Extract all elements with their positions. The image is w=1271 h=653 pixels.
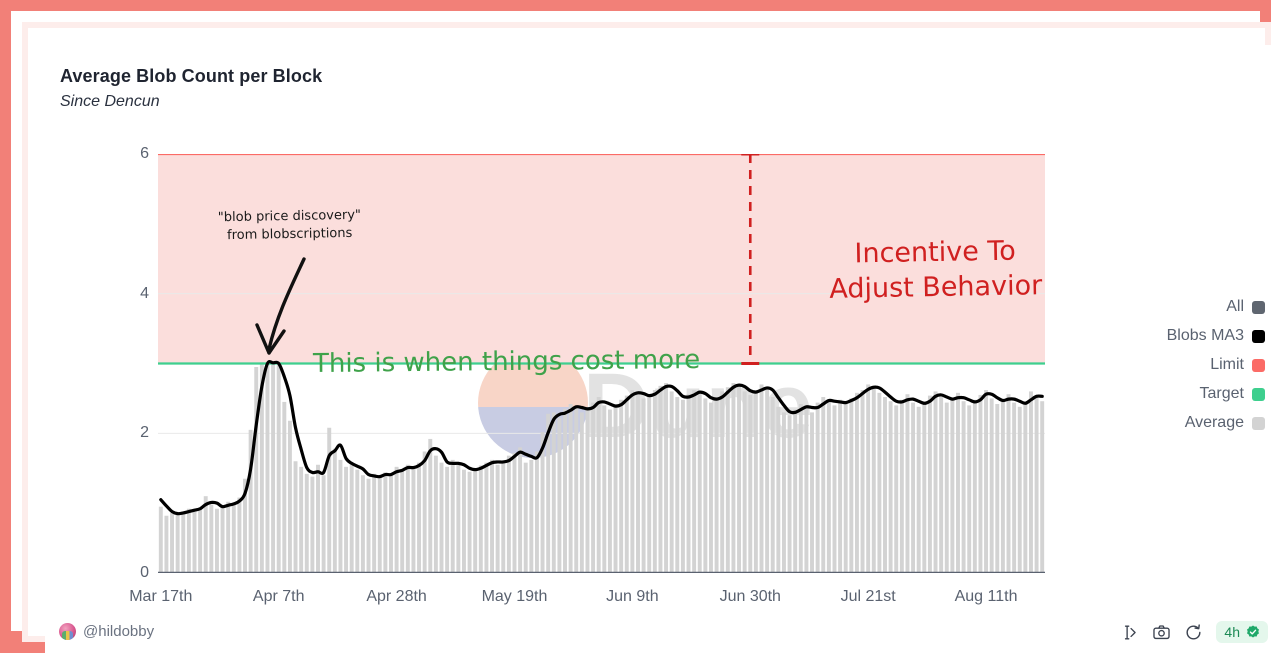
x-tick-label: Aug 11th [954,588,1018,605]
legend-swatch [1252,358,1265,372]
x-tick-label: Jun 9th [606,588,659,605]
legend-item[interactable]: Average [1095,411,1265,435]
annotation-line-1: Incentive To [854,235,1017,270]
interval-badge[interactable]: 4h [1216,621,1268,643]
x-tick-label: Jul 21st [840,588,896,605]
y-axis: 0 2 4 6 [105,145,149,581]
annotation-cost-more: This is when things cost more [312,344,701,380]
legend-item-label: Limit [1210,356,1244,373]
x-tick-label: Mar 17th [129,588,193,605]
x-tick-label: Apr 28th [366,588,427,605]
chart-footer: @hildobby 4h [45,619,1271,653]
camera-icon[interactable] [1152,623,1171,642]
legend-item[interactable]: All [1095,295,1265,319]
x-axis: Mar 17th Apr 7th Apr 28th May 19th Jun 9th Ju… [129,588,1045,612]
page-title: Average Blob Count per Block [60,66,323,86]
x-tick-label: Jun 30th [719,588,781,605]
author-handle[interactable]: @hildobby [83,623,154,640]
legend-item[interactable]: Target [1095,382,1265,406]
annotation-arrow-icon [255,257,306,355]
legend-item[interactable]: Limit [1095,353,1265,377]
chart-inner-frame: Average Blob Count per Block Since Dencu… [22,22,1271,653]
bars-layer [158,362,1045,573]
chart-card: Average Blob Count per Block Since Dencu… [45,45,1271,653]
y-tick-label: 6 [140,145,149,162]
interval-label: 4h [1224,624,1240,640]
legend-swatch [1252,416,1265,430]
legend-swatch [1252,329,1265,343]
chart-toolbar: 4h [1120,621,1268,643]
chart-legend: All Blobs MA3 Limit Target Average [1095,295,1265,440]
legend-item-label: Blobs MA3 [1166,327,1244,344]
ma3-line-layer [159,359,1044,516]
x-tick-label: May 19th [481,588,548,605]
avatar [59,623,76,640]
verified-icon [1247,625,1259,638]
chart-frame: Average Blob Count per Block Since Dencu… [0,0,1271,653]
legend-swatch [1252,387,1265,401]
legend-item-label: Target [1199,385,1244,402]
x-tick-label: Apr 7th [252,588,305,605]
y-tick-label: 0 [140,564,149,581]
author-block[interactable]: @hildobby [59,623,154,640]
legend-swatch [1252,300,1265,314]
annotation-line-2: Adjust Behavior [829,269,1043,305]
annotation-blob-price-discovery: "blob price discovery" from blobscriptio… [218,207,362,245]
embed-icon[interactable] [1120,623,1139,642]
reset-icon[interactable] [1184,623,1203,642]
legend-item[interactable]: Blobs MA3 [1095,324,1265,348]
legend-item-label: All [1226,298,1244,315]
legend-item-label: Average [1184,414,1244,431]
annotation-incentive: Incentive To Adjust Behavior [828,234,1042,307]
page-subtitle: Since Dencun [60,93,160,110]
annotation-line-1: "blob price discovery" [217,207,362,226]
y-tick-label: 4 [140,284,149,302]
y-tick-label: 2 [140,424,149,442]
annotation-line-2: from blobscriptions [226,225,353,243]
